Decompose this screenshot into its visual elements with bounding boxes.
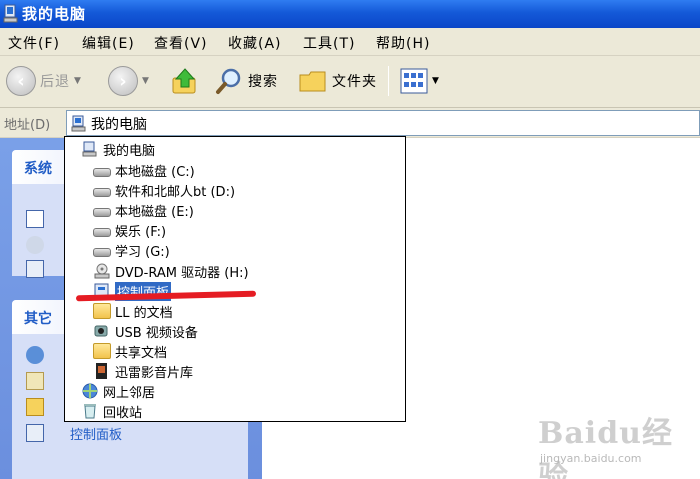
list-item-network-places[interactable]: 网上邻居 bbox=[81, 381, 155, 401]
forward-arrow-icon: › bbox=[108, 66, 138, 96]
back-label: 后退 bbox=[40, 74, 70, 90]
list-item-my-computer[interactable]: 我的电脑 bbox=[81, 139, 155, 159]
dvd-drive-icon bbox=[94, 263, 110, 279]
drive-icon bbox=[93, 227, 111, 237]
forward-button[interactable]: › ▼ bbox=[108, 64, 149, 98]
control-panel-link[interactable]: 控制面板 bbox=[70, 424, 122, 443]
watermark-url: jingyan.baidu.com bbox=[540, 452, 642, 465]
address-bar: 地址(D) 我的电脑 bbox=[0, 108, 700, 138]
title-bar: 我的电脑 bbox=[0, 0, 700, 28]
menu-edit[interactable]: 编辑(E) bbox=[82, 33, 135, 53]
back-arrow-icon: ‹ bbox=[6, 66, 36, 96]
back-button[interactable]: ‹ 后退 ▼ bbox=[6, 64, 81, 98]
search-label: 搜索 bbox=[248, 74, 278, 90]
toolbar: ‹ 后退 ▼ › ▼ 搜索 文件夹 ▼ bbox=[0, 56, 700, 108]
search-button[interactable]: 搜索 bbox=[214, 64, 278, 98]
list-item-recycle-bin[interactable]: 回收站 bbox=[81, 401, 142, 421]
recycle-bin-icon bbox=[84, 404, 96, 419]
my-computer-icon bbox=[3, 4, 18, 23]
chevron-down-icon[interactable]: ▼ bbox=[432, 76, 439, 86]
up-folder-icon bbox=[172, 68, 196, 94]
menu-tools[interactable]: 工具(T) bbox=[303, 33, 355, 53]
list-item-drive-c[interactable]: 本地磁盘 (C:) bbox=[93, 160, 195, 180]
list-item-drive-e[interactable]: 本地磁盘 (E:) bbox=[93, 200, 194, 220]
views-grid-icon bbox=[400, 68, 428, 94]
list-item-documents[interactable]: LL 的文档 bbox=[93, 301, 173, 321]
toolbar-separator bbox=[388, 66, 389, 96]
menu-favorites[interactable]: 收藏(A) bbox=[228, 33, 282, 53]
list-item-drive-f[interactable]: 娱乐 (F:) bbox=[93, 220, 166, 240]
documents-icon[interactable] bbox=[26, 372, 44, 390]
list-item-drive-d[interactable]: 软件和北邮人bt (D:) bbox=[93, 180, 235, 200]
media-library-icon bbox=[96, 363, 107, 379]
folders-button[interactable]: 文件夹 bbox=[298, 64, 377, 98]
menu-view[interactable]: 查看(V) bbox=[154, 33, 208, 53]
settings-icon[interactable] bbox=[26, 260, 44, 278]
up-folder-button[interactable] bbox=[170, 64, 200, 98]
window-title: 我的电脑 bbox=[22, 5, 87, 23]
address-label: 地址(D) bbox=[4, 118, 51, 133]
usb-camera-icon bbox=[94, 325, 108, 337]
watermark-brand: Baidu经验 bbox=[538, 416, 673, 479]
my-computer-icon bbox=[71, 115, 86, 132]
chevron-down-icon[interactable]: ▼ bbox=[74, 76, 81, 86]
menu-help[interactable]: 帮助(H) bbox=[376, 33, 430, 53]
folder-icon bbox=[93, 343, 111, 359]
search-icon bbox=[216, 68, 241, 94]
menu-bar: 文件(F) 编辑(E) 查看(V) 收藏(A) 工具(T) 帮助(H) bbox=[0, 28, 700, 56]
list-item-usb-video[interactable]: USB 视频设备 bbox=[93, 321, 198, 341]
drive-icon bbox=[93, 167, 111, 177]
drive-icon bbox=[93, 207, 111, 217]
list-item-shared-docs[interactable]: 共享文档 bbox=[93, 341, 167, 361]
folder-icon[interactable] bbox=[26, 398, 44, 416]
views-button[interactable]: ▼ bbox=[400, 64, 439, 98]
folder-icon bbox=[93, 303, 111, 319]
address-dropdown-list: 我的电脑 本地磁盘 (C:) 软件和北邮人bt (D:) 本地磁盘 (E:) 娱… bbox=[64, 136, 406, 422]
view-info-icon[interactable] bbox=[26, 210, 44, 228]
add-remove-icon[interactable] bbox=[26, 236, 44, 254]
list-item-dvd-drive[interactable]: DVD-RAM 驱动器 (H:) bbox=[93, 261, 249, 281]
folder-icon bbox=[299, 71, 326, 92]
address-field[interactable]: 我的电脑 bbox=[66, 110, 700, 136]
list-item-drive-g[interactable]: 学习 (G:) bbox=[93, 240, 170, 260]
chevron-down-icon[interactable]: ▼ bbox=[142, 76, 149, 86]
my-computer-icon bbox=[82, 141, 97, 157]
menu-file[interactable]: 文件(F) bbox=[8, 33, 60, 53]
list-item-xunlei-library[interactable]: 迅雷影音片库 bbox=[93, 361, 193, 381]
drive-icon bbox=[93, 247, 111, 257]
baidu-jingyan-watermark: Baidu经验 jingyan.baidu.com bbox=[534, 404, 694, 479]
network-icon bbox=[82, 383, 98, 399]
control-panel-icon[interactable] bbox=[26, 424, 44, 442]
network-icon[interactable] bbox=[26, 346, 44, 364]
address-value: 我的电脑 bbox=[91, 117, 147, 133]
folders-label: 文件夹 bbox=[332, 74, 377, 90]
drive-icon bbox=[93, 187, 111, 197]
